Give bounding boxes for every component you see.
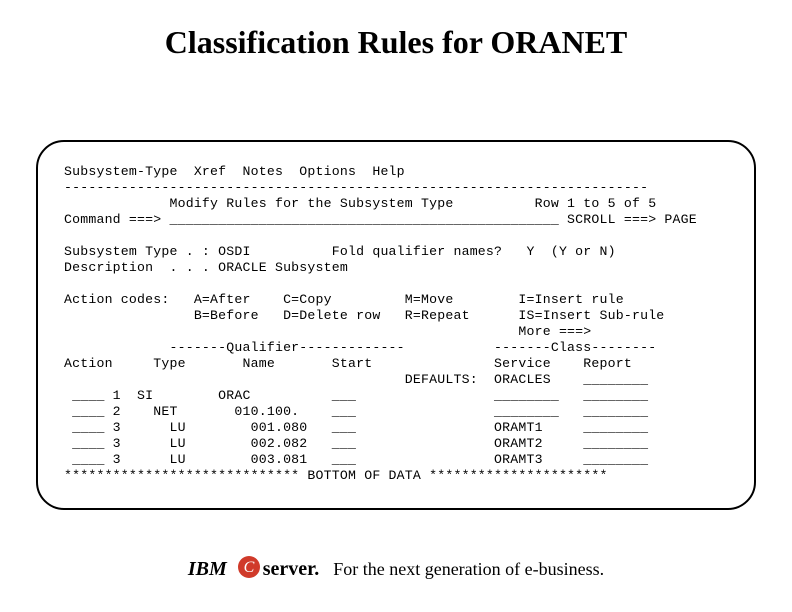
server-text: server. <box>263 558 319 580</box>
footer: IBM C server. For the next generation of… <box>0 555 792 588</box>
footer-tagline: For the next generation of e-business. <box>333 559 604 579</box>
ibm-logo-text: IBM <box>188 558 227 580</box>
page-title: Classification Rules for ORANET <box>0 24 792 61</box>
terminal-panel: Subsystem-Type Xref Notes Options Help -… <box>36 140 756 510</box>
eserver-logo: C <box>237 555 261 584</box>
terminal-content: Subsystem-Type Xref Notes Options Help -… <box>64 164 732 484</box>
svg-text:C: C <box>243 559 254 576</box>
